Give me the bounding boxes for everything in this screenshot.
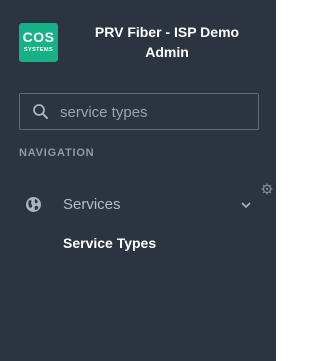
- search-input[interactable]: [60, 100, 250, 124]
- sidebar-item-label: Services: [63, 196, 121, 213]
- sidebar-item-services[interactable]: Services: [0, 190, 270, 220]
- sidebar: COS SYSTEMS PRV Fiber - ISP Demo Admin N…: [0, 0, 276, 361]
- sidebar-subitem-service-types[interactable]: Service Types: [63, 235, 156, 251]
- sidebar-header: COS SYSTEMS PRV Fiber - ISP Demo Admin: [0, 0, 276, 80]
- cos-systems-logo[interactable]: COS SYSTEMS: [19, 23, 58, 62]
- app-title: PRV Fiber - ISP Demo Admin: [94, 24, 240, 60]
- chevron-down-icon[interactable]: [240, 200, 252, 210]
- search-icon: [33, 104, 48, 119]
- logo-main-text: COS: [22, 29, 55, 45]
- navigation-heading: NAVIGATION: [19, 147, 95, 159]
- search-box[interactable]: [19, 93, 259, 130]
- globe-icon: [26, 197, 41, 212]
- logo-sub-text: SYSTEMS: [23, 47, 54, 53]
